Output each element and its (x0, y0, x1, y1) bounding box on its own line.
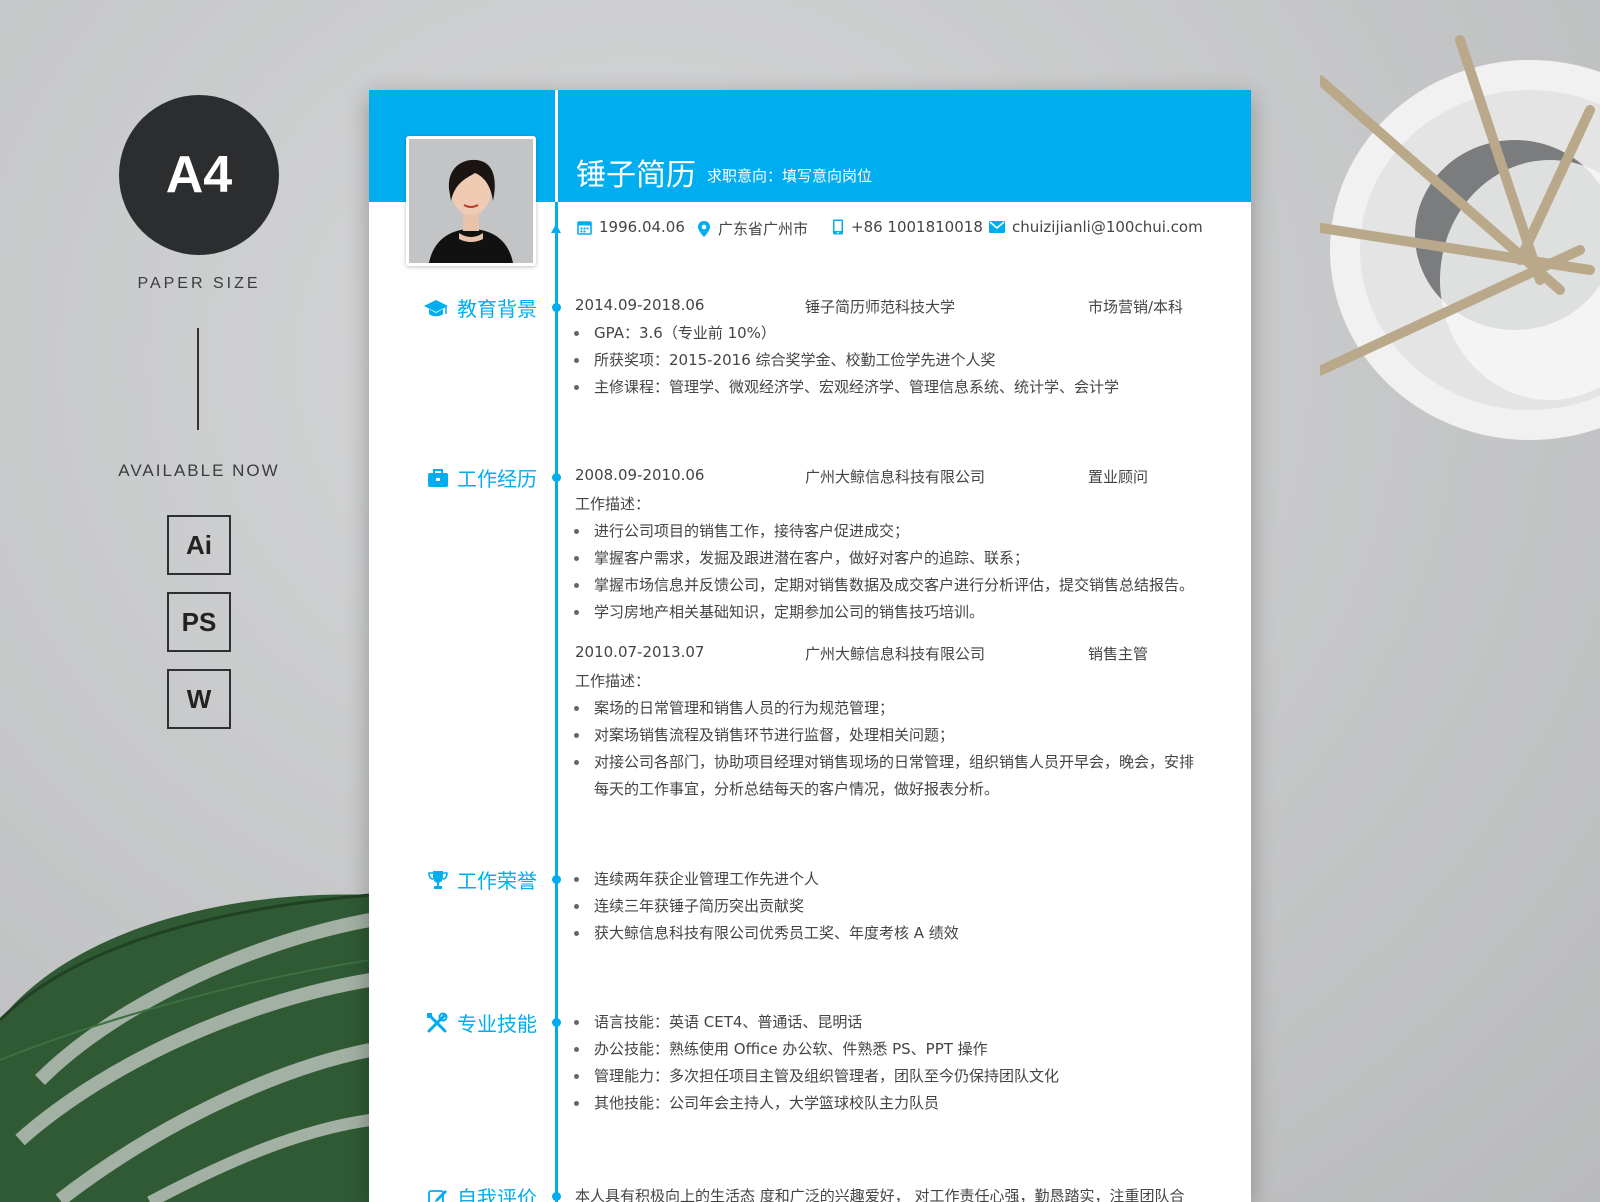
tools-icon (427, 1012, 448, 1032)
list-item: 掌握客户需求，发掘及跟进潜在客户，做好对客户的追踪、联系； (574, 547, 1029, 568)
work-title: 工作经历 (457, 467, 537, 491)
email-icon (989, 221, 1005, 233)
education-title: 教育背景 (457, 297, 537, 321)
location-text: 广东省广州市 (718, 220, 809, 238)
job-1-company: 广州大鲸信息科技有限公司 (805, 468, 986, 486)
phone-text: +86 1001810018 (851, 218, 983, 236)
word-format-badge: W (167, 669, 231, 729)
list-item: 连续两年获企业管理工作先进个人 (574, 868, 819, 889)
a4-badge: A4 (119, 95, 279, 255)
list-item: 管理能力：多次担任项目主管及组织管理者，团队至今仍保持团队文化 (574, 1065, 1059, 1086)
portrait-image (409, 139, 533, 263)
timeline-dot (552, 875, 561, 884)
job-1-desc-label: 工作描述： (575, 495, 651, 513)
word-format-label: W (186, 683, 212, 714)
trophy-icon (428, 870, 448, 889)
timeline-dot (552, 1018, 561, 1027)
list-item: 所获奖项：2015-2016 综合奖学金、校勤工俭学先进个人奖 (574, 349, 996, 370)
self-eval-text: 本人具有积极向上的生活态 度和广泛的兴趣爱好， 对工作责任心强，勤恳踏实，注重团… (575, 1187, 1185, 1202)
list-item: 连续三年获锤子简历突出贡献奖 (574, 895, 804, 916)
list-item: 获大鲸信息科技有限公司优秀员工奖、年度考核 A 绩效 (574, 922, 959, 943)
education-major: 市场营销/本科 (1088, 298, 1184, 316)
job-1-period: 2008.09-2010.06 (575, 466, 705, 484)
section-title-honors: 工作荣誉 (369, 865, 537, 894)
section-title-self-eval: 自我评价 (369, 1182, 537, 1202)
job-2-period: 2010.07-2013.07 (575, 643, 705, 661)
ps-format-label: PS (181, 606, 217, 637)
honors-title: 工作荣誉 (457, 869, 537, 893)
timeline-dot (552, 303, 561, 312)
contact-birthday: 1996.04.06 (577, 218, 685, 236)
header-divider (555, 90, 558, 202)
vase-decoration (1320, 35, 1600, 440)
list-item: 其他技能：公司年会主持人，大学篮球校队主力队员 (574, 1092, 939, 1113)
skills-title: 专业技能 (457, 1012, 537, 1036)
resume-page: 锤子简历 求职意向：填写意向岗位 1996.04.06 广东省广州市 +86 1… (369, 90, 1251, 1202)
timeline-dot (552, 1192, 561, 1201)
list-item: 进行公司项目的销售工作，接待客户促进成交； (574, 520, 909, 541)
contact-phone: +86 1001810018 (832, 218, 983, 236)
section-title-skills: 专业技能 (369, 1008, 537, 1037)
job-intention: 求职意向：填写意向岗位 (707, 167, 873, 185)
list-item: 语言技能：英语 CET4、普通话、昆明话 (574, 1011, 862, 1032)
list-item: 主修课程：管理学、微观经济学、宏观经济学、管理信息系统、统计学、会计学 (574, 376, 1119, 397)
timeline-arrow-icon (551, 224, 561, 233)
list-item: 掌握市场信息并反馈公司，定期对销售数据及成交客户进行分析评估，提交销售总结报告。 (574, 574, 1194, 595)
job-2-desc-label: 工作描述： (575, 672, 651, 690)
list-item: 案场的日常管理和销售人员的行为规范管理； (574, 697, 894, 718)
location-pin-icon (698, 220, 710, 237)
a4-label: A4 (165, 146, 233, 204)
paper-size-label: PAPER SIZE (137, 275, 261, 292)
list-item: 对接公司各部门，协助项目经理对销售现场的日常管理，组织销售人员开早会，晚会，安排 (574, 751, 1194, 772)
list-item: 学习房地产相关基础知识，定期参加公司的销售技巧培训。 (574, 601, 984, 622)
edit-icon (428, 1189, 447, 1202)
available-now-label: AVAILABLE NOW (118, 461, 280, 480)
briefcase-icon (428, 468, 448, 487)
ps-format-badge: PS (167, 592, 231, 652)
list-item: GPA：3.6（专业前 10%） (574, 322, 776, 343)
timeline-line (555, 90, 558, 1202)
ai-format-badge: Ai (167, 515, 231, 575)
ai-format-label: Ai (186, 529, 212, 560)
profile-photo (406, 136, 536, 266)
birthday-text: 1996.04.06 (599, 218, 685, 236)
divider-line (197, 328, 199, 430)
graduation-cap-icon (424, 299, 448, 316)
list-item: 对案场销售流程及销售环节进行监督，处理相关问题； (574, 724, 954, 745)
job-2-position: 销售主管 (1088, 645, 1149, 663)
email-text: chuizijianli@100chui.com (1012, 218, 1203, 236)
calendar-icon (577, 220, 592, 235)
education-period: 2014.09-2018.06 (575, 296, 705, 314)
plant-leaf-decoration (0, 893, 372, 1202)
contact-email: chuizijianli@100chui.com (989, 218, 1203, 236)
section-title-education: 教育背景 (369, 293, 537, 322)
section-title-work: 工作经历 (369, 463, 537, 492)
list-item-continuation: 每天的工作事宜，分析总结每天的客户情况，做好报表分析。 (594, 780, 1000, 798)
job-1-position: 置业顾问 (1088, 468, 1149, 486)
contact-location: 广东省广州市 (697, 218, 808, 239)
timeline-dot (552, 473, 561, 482)
candidate-name: 锤子简历 (576, 158, 696, 193)
phone-icon (833, 219, 843, 235)
job-2-company: 广州大鲸信息科技有限公司 (805, 645, 986, 663)
list-item: 办公技能：熟练使用 Office 办公软、件熟悉 PS、PPT 操作 (574, 1038, 988, 1059)
self-eval-title: 自我评价 (457, 1186, 537, 1202)
education-school: 锤子简历师范科技大学 (805, 298, 956, 316)
